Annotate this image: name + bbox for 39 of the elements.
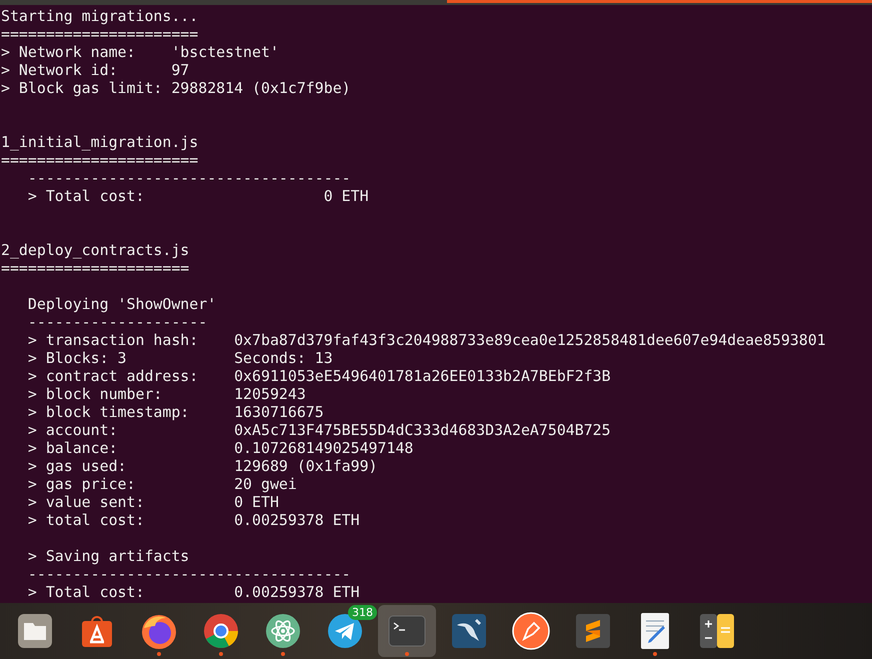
terminal-line: > Saving artifacts <box>26 547 190 565</box>
browser-icon <box>203 613 239 649</box>
terminal-line: > Network name: 'bsctestnet' <box>1 43 279 61</box>
terminal-line: > balance: 0.107268149025497148 <box>26 439 414 457</box>
terminal-line: ====================== <box>1 151 198 169</box>
terminal-line: ====================== <box>1 25 198 43</box>
terminal-line: -------------------- <box>26 313 208 331</box>
terminal-line: Starting migrations... <box>1 7 198 25</box>
code-editor-icon <box>575 613 611 649</box>
terminal-line: > account: 0xA5c713F475BE55D4dC333d4683D3A2eA7504B725 <box>26 421 611 439</box>
terminal-line: > value sent: 0 ETH <box>26 493 279 511</box>
terminal-line: ------------------------------------ <box>26 169 351 187</box>
terminal-line: > total cost: 0.00259378 ETH <box>26 511 360 529</box>
terminal-line: 2_deploy_contracts.js <box>1 241 190 259</box>
terminal-line: > block timestamp: 1630716675 <box>26 403 324 421</box>
notification-badge: 318 <box>348 605 377 620</box>
terminal-line: ------------------------------------ <box>26 565 351 583</box>
folder-icon <box>17 613 53 649</box>
terminal-line: > Network id: 97 <box>1 61 190 79</box>
terminal-line: > Blocks: 3 Seconds: 13 <box>26 349 333 367</box>
terminal-line: > transaction hash: 0x7ba87d379faf43f3c204988733e89cea0e1252858481dee607e94deae8593801 <box>26 331 826 349</box>
shopping-bag-icon <box>79 613 115 649</box>
terminal-line: > contract address: 0x6911053eE5496401781a26EE0133b2A7BEbF2f3B <box>26 367 611 385</box>
terminal-line: 1_initial_migration.js <box>1 133 198 151</box>
terminal-line: > Total cost: 0 ETH <box>26 187 369 205</box>
terminal-line: > Block gas limit: 29882814 (0x1c7f9be) <box>1 79 351 97</box>
terminal-line: > Total cost: 0.00259378 ETH <box>26 583 360 601</box>
dock-button[interactable]: 318 <box>316 605 374 657</box>
atom-icon <box>265 613 301 649</box>
browser-icon <box>140 612 178 650</box>
terminal-icon <box>388 615 426 647</box>
terminal-line: Deploying 'ShowOwner' <box>26 295 216 313</box>
terminal-line: > gas price: 20 gwei <box>26 475 297 493</box>
text-editor-icon <box>638 612 672 650</box>
terminal-line: > block number: 12059243 <box>26 385 306 403</box>
terminal-line: ===================== <box>1 259 190 277</box>
pen-nib-icon <box>512 612 550 650</box>
terminal-line: > gas used: 129689 (0x1fa99) <box>26 457 378 475</box>
calculator-icon <box>699 613 735 649</box>
